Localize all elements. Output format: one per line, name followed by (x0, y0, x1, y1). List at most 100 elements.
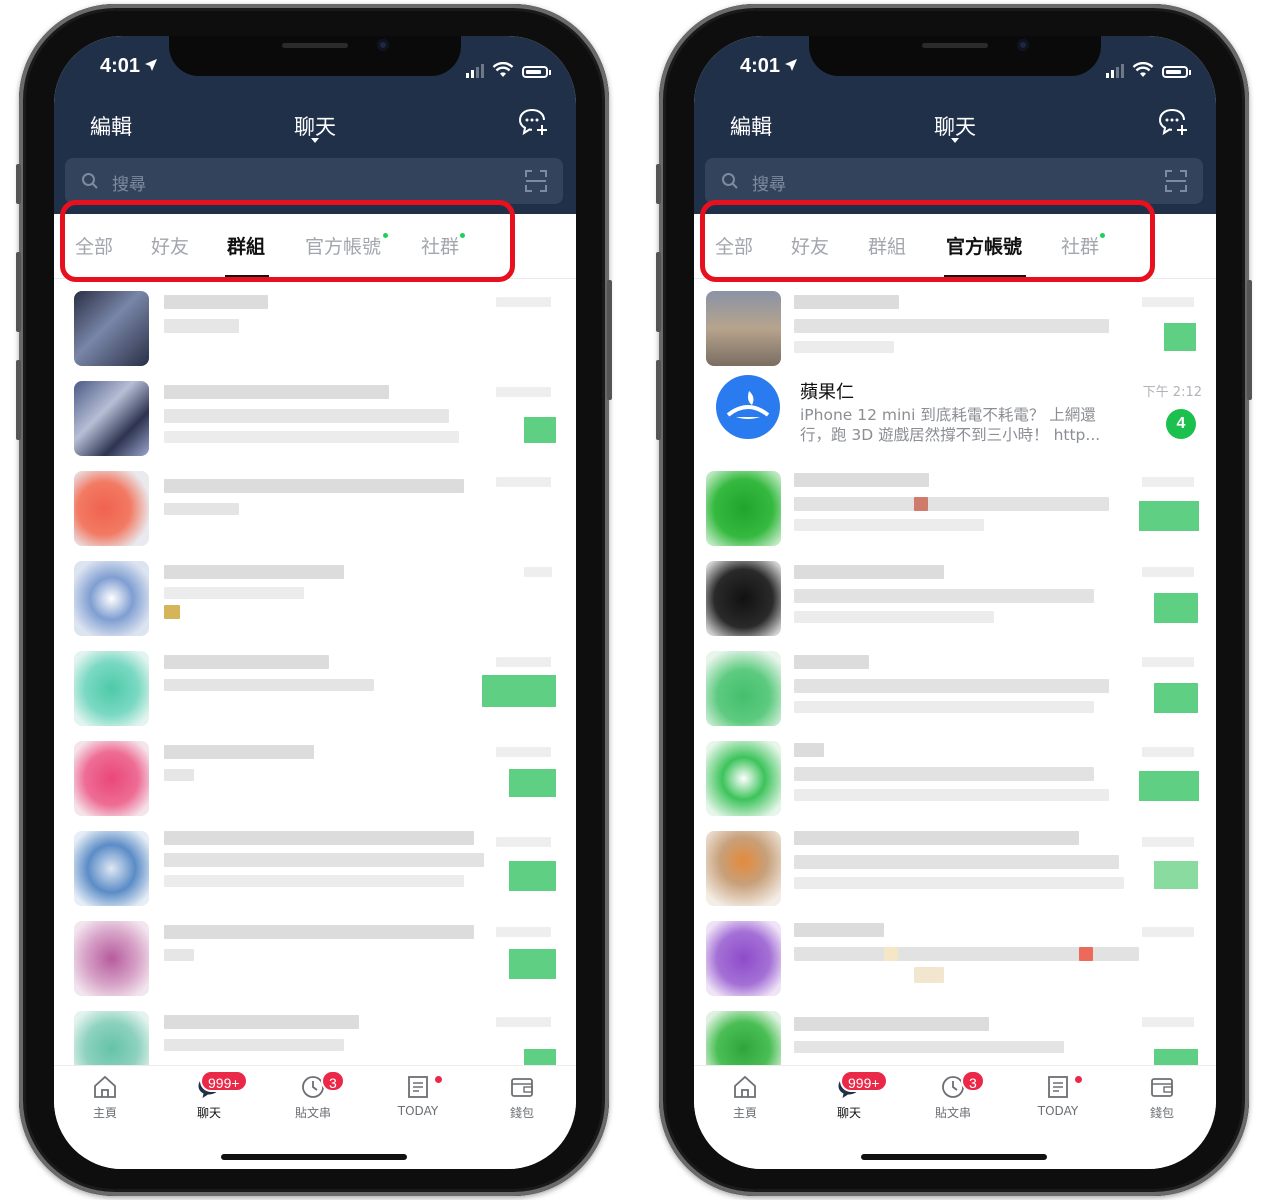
unread-badge (1139, 501, 1199, 531)
list-item[interactable] (54, 459, 576, 549)
tabbar-wallet[interactable]: 錢包 (482, 1074, 562, 1121)
list-item[interactable] (694, 639, 1216, 729)
home-indicator[interactable] (861, 1154, 1047, 1160)
location-arrow-icon (145, 59, 158, 71)
unread-badge (1154, 1049, 1198, 1065)
unread-badge: 4 (1166, 409, 1196, 439)
phone-left: 4:01 編輯 聊天 搜尋 全部 好友 群組 官方帳號 社群 主頁 聊天 999… (16, 4, 612, 1196)
tabbar-timeline[interactable]: 貼文串 3 (273, 1070, 353, 1121)
compose-chat-icon[interactable] (518, 108, 550, 136)
tabbar-today[interactable]: TODAY (1018, 1074, 1098, 1118)
unread-badge (482, 675, 556, 707)
list-item[interactable] (694, 459, 1216, 549)
avatar (74, 651, 149, 726)
status-icons (1106, 58, 1191, 78)
search-input[interactable]: 搜尋 (752, 170, 786, 195)
tabbar-label: 錢包 (509, 1106, 534, 1120)
search-bar[interactable]: 搜尋 (65, 158, 563, 204)
avatar (74, 291, 149, 366)
list-item[interactable] (694, 729, 1216, 819)
speaker (922, 43, 988, 48)
volume-up-button (656, 252, 661, 332)
list-item[interactable] (694, 819, 1216, 909)
phone-right: 4:01 編輯 聊天 搜尋 全部 好友 群組 官方帳號 社群 蘋果仁 iPhon… (656, 4, 1252, 1196)
wifi-icon (492, 62, 514, 77)
search-icon (722, 173, 738, 189)
tabbar-label: 錢包 (1149, 1106, 1174, 1120)
volume-down-button (656, 360, 661, 440)
notch (169, 36, 461, 76)
list-item[interactable] (54, 279, 576, 369)
chat-list: 蘋果仁 iPhone 12 mini 到底耗電不耗電？ 上網還行，跑 3D 遊戲… (694, 279, 1216, 1065)
power-button (1247, 280, 1252, 400)
avatar (74, 831, 149, 906)
avatar (74, 921, 149, 996)
unread-badge (1154, 683, 1198, 713)
chevron-down-icon (951, 138, 959, 143)
search-input[interactable]: 搜尋 (112, 170, 146, 195)
battery-icon (522, 66, 551, 78)
avatar (74, 381, 149, 456)
list-item[interactable] (694, 549, 1216, 639)
header-title[interactable]: 聊天 (54, 111, 576, 141)
message-time: 下午 2:12 (1142, 385, 1202, 400)
avatar (706, 831, 781, 906)
mute-switch (656, 164, 661, 204)
wallet-icon (1151, 1078, 1173, 1097)
avatar (716, 375, 780, 439)
list-item[interactable] (54, 729, 576, 819)
list-item[interactable] (54, 369, 576, 459)
battery-icon (1162, 66, 1191, 78)
list-item[interactable] (54, 549, 576, 639)
list-item[interactable] (694, 279, 1216, 369)
list-item[interactable] (694, 999, 1216, 1065)
unread-badge (509, 949, 556, 979)
tabbar-label: TODAY (1037, 1104, 1079, 1118)
chat-unread-badge: 999+ (200, 1070, 248, 1092)
home-icon (94, 1075, 116, 1098)
tabbar-wallet[interactable]: 錢包 (1122, 1074, 1202, 1121)
list-item[interactable] (54, 819, 576, 909)
list-item[interactable] (54, 639, 576, 729)
today-new-dot (1075, 1076, 1082, 1083)
cellular-signal-icon (1106, 62, 1124, 78)
search-bar[interactable]: 搜尋 (705, 158, 1203, 204)
official-account-chat[interactable]: 蘋果仁 iPhone 12 mini 到底耗電不耗電？ 上網還行，跑 3D 遊戲… (694, 369, 1216, 459)
unread-badge (1154, 861, 1198, 889)
avatar (706, 741, 781, 816)
tabbar-label: 主頁 (732, 1106, 757, 1120)
header-title[interactable]: 聊天 (694, 111, 1216, 141)
tabbar-label: 貼文串 (294, 1106, 331, 1120)
tabbar-chat[interactable]: 聊天 999+ (809, 1070, 889, 1121)
avatar (706, 921, 781, 996)
scan-icon[interactable] (525, 170, 547, 192)
volume-up-button (16, 252, 21, 332)
tabbar-chat[interactable]: 聊天 999+ (169, 1070, 249, 1121)
tabbar-today[interactable]: TODAY (378, 1074, 458, 1118)
search-icon (82, 173, 98, 189)
home-indicator[interactable] (221, 1154, 407, 1160)
status-icons (466, 58, 551, 78)
unread-badge (1154, 593, 1198, 623)
compose-chat-icon[interactable] (1158, 108, 1190, 136)
status-time: 4:01 (100, 55, 158, 78)
power-button (607, 280, 612, 400)
today-new-dot (435, 1076, 442, 1083)
chevron-down-icon (311, 138, 319, 143)
avatar (706, 561, 781, 636)
scan-icon[interactable] (1165, 170, 1187, 192)
wallet-icon (511, 1078, 533, 1097)
notch (809, 36, 1101, 76)
official-account-name: 蘋果仁 (800, 382, 854, 403)
tabbar-timeline[interactable]: 貼文串 3 (913, 1070, 993, 1121)
unread-badge (509, 769, 556, 797)
tabbar-label: TODAY (397, 1104, 439, 1118)
tabbar-label: 聊天 (836, 1106, 861, 1120)
location-arrow-icon (785, 59, 798, 71)
tabbar-home[interactable]: 主頁 (65, 1074, 145, 1121)
list-item[interactable] (694, 909, 1216, 999)
tabbar-home[interactable]: 主頁 (705, 1074, 785, 1121)
list-item[interactable] (54, 999, 576, 1065)
avatar (706, 1011, 781, 1065)
list-item[interactable] (54, 909, 576, 999)
